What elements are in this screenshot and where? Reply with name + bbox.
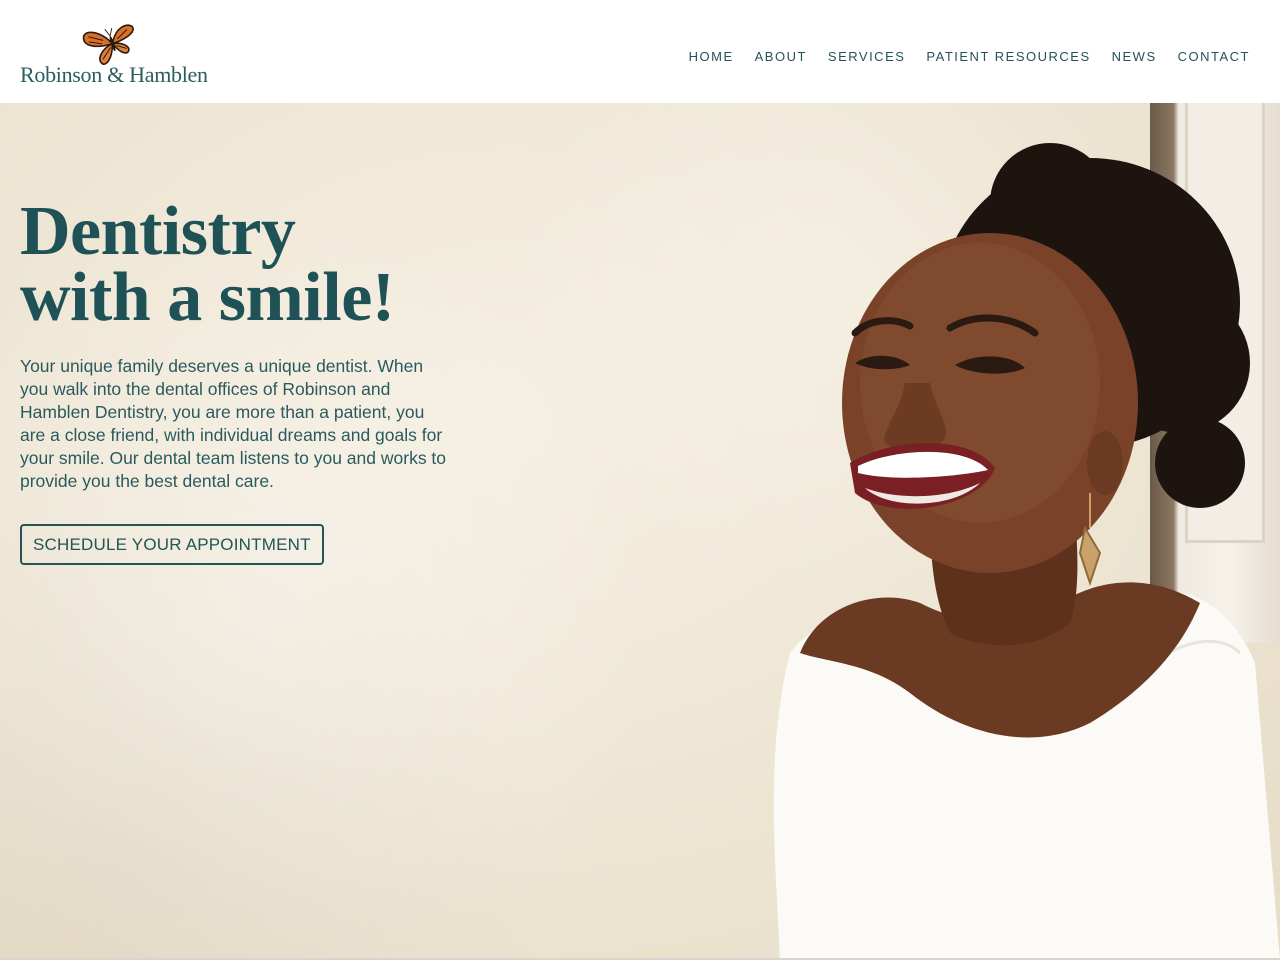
hero-photo-woman — [773, 143, 1280, 960]
site-header: Robinson & Hamblen HOME ABOUT SERVICES P… — [0, 0, 1280, 103]
nav-about[interactable]: ABOUT — [755, 49, 807, 64]
nav-contact[interactable]: CONTACT — [1178, 49, 1250, 64]
hero-description: Your unique family deserves a unique den… — [20, 356, 447, 491]
logo[interactable]: Robinson & Hamblen — [20, 18, 240, 88]
nav-home[interactable]: HOME — [689, 49, 734, 64]
nav-news[interactable]: NEWS — [1112, 49, 1157, 64]
schedule-appointment-button[interactable]: SCHEDULE YOUR APPOINTMENT — [20, 524, 324, 565]
nav-services[interactable]: SERVICES — [828, 49, 906, 64]
logo-text: Robinson & Hamblen — [20, 62, 208, 87]
hero-section: Dentistry with a smile! Your unique fami… — [0, 103, 1280, 960]
hero-title-line1: Dentistry — [20, 193, 296, 270]
hero-title-line2: with a smile! — [20, 259, 395, 336]
main-nav: HOME ABOUT SERVICES PATIENT RESOURCES NE… — [689, 48, 1250, 66]
hero-title: Dentistry with a smile! — [20, 193, 395, 336]
nav-patient-resources[interactable]: PATIENT RESOURCES — [926, 49, 1090, 64]
butterfly-icon — [82, 24, 134, 65]
